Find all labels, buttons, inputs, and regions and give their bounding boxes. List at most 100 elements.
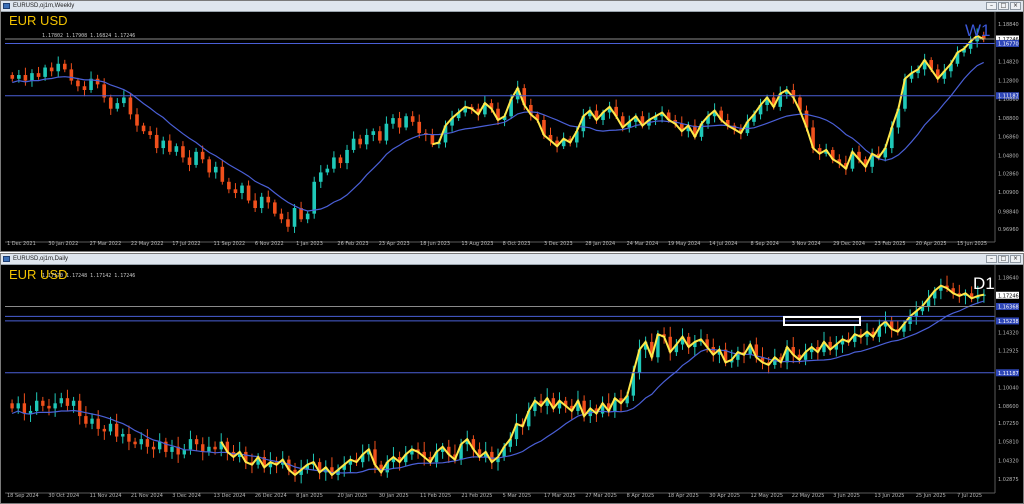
price-axis-label: 1.00900 <box>998 190 1019 196</box>
time-axis-label: 8 Jan 2025 <box>296 493 323 499</box>
timeframe-label: W1 <box>965 21 991 40</box>
candle-body <box>154 134 159 149</box>
price-axis-label: 1.16770 <box>998 41 1019 47</box>
time-axis-label: 3 Nov 2024 <box>792 241 821 247</box>
candle-body <box>36 73 41 77</box>
candle-body <box>108 423 113 432</box>
time-axis-label: 17 Jul 2022 <box>172 241 200 247</box>
candle-body <box>30 73 34 81</box>
weekly-price-chart[interactable]: 1.188401.172461.167701.148201.128001.111… <box>5 12 1021 251</box>
candle-body <box>10 403 14 409</box>
candle-body <box>397 118 402 128</box>
candle-body <box>161 140 166 149</box>
time-axis-label: 13 Jun 2025 <box>874 493 904 499</box>
minimize-icon[interactable]: – <box>986 255 997 263</box>
candle-body <box>71 400 76 406</box>
candle-body <box>114 423 119 437</box>
candle-body <box>188 439 193 450</box>
time-axis-label: 18 Apr 2025 <box>668 493 699 499</box>
close-icon[interactable]: × <box>1010 2 1021 10</box>
time-axis-label: 8 Oct 2023 <box>503 241 531 247</box>
time-axis-label: 13 Dec 2024 <box>214 493 246 499</box>
price-axis-label: 1.17246 <box>998 293 1019 299</box>
price-axis-label: 1.10040 <box>998 385 1019 391</box>
candle-body <box>220 166 225 182</box>
minimize-icon[interactable]: – <box>986 2 997 10</box>
maximize-icon[interactable]: □ <box>998 2 1009 10</box>
candle-body <box>266 196 271 203</box>
time-axis-label: 7 Jul 2025 <box>957 493 982 499</box>
price-axis-label: 1.11187 <box>998 371 1019 377</box>
price-axis-label: 1.10860 <box>998 97 1019 103</box>
time-axis-label: 18 Jun 2023 <box>420 241 450 247</box>
weekly-chart-window[interactable]: EURUSD,oj1m,Weekly – □ × 1.188401.172461… <box>0 0 1024 252</box>
candle-body <box>122 97 126 104</box>
candle-body <box>201 444 205 452</box>
candle-body <box>141 125 146 132</box>
daily-chart-window[interactable]: EURUSD,oj1m,Daily – □ × 1.18640 1.17246 1.… <box>0 253 1024 504</box>
time-axis-label: 12 May 2025 <box>750 493 783 499</box>
candle-body <box>96 418 100 429</box>
daily-price-chart[interactable]: 1.18640 1.17246 1.16368 1.15238 1.14320 1.129… <box>5 265 1021 503</box>
time-axis-label: 8 Sep 2024 <box>750 241 779 247</box>
candle-body <box>151 446 156 450</box>
time-axis-label: 20 Jan 2025 <box>337 493 367 499</box>
time-axis-label: 22 May 2022 <box>131 241 164 247</box>
candle-body <box>246 185 251 201</box>
weekly-chart-plot[interactable]: 1.188401.172461.167701.148201.128001.111… <box>5 12 1021 251</box>
candle-body <box>102 428 107 432</box>
time-axis-label: 11 Nov 2024 <box>90 493 122 499</box>
candle-body <box>371 131 376 135</box>
price-axis-label: 1.12925 <box>998 349 1019 355</box>
candle-body <box>286 219 290 227</box>
time-axis-label: 20 Apr 2025 <box>916 241 947 247</box>
price-axis-label: 1.02875 <box>998 477 1019 483</box>
time-axis-label: 11 Feb 2025 <box>420 493 451 499</box>
candle-body <box>115 103 120 109</box>
daily-chart-plot[interactable]: 1.18640 1.17246 1.16368 1.15238 1.14320 1.129… <box>5 265 1021 503</box>
candle-body <box>233 189 238 194</box>
time-axis-label: 15 Jun 2025 <box>957 241 987 247</box>
candle-body <box>384 123 389 141</box>
price-axis-label: 1.14320 <box>998 331 1019 337</box>
price-axis-label: 1.07250 <box>998 421 1019 427</box>
price-axis-label: 1.02860 <box>998 172 1019 178</box>
candle-body <box>253 200 257 209</box>
candle-body <box>194 151 198 165</box>
time-axis-label: 30 Jan 2022 <box>48 241 78 247</box>
candle-body <box>200 151 205 160</box>
candle-body <box>43 67 47 77</box>
candle-body <box>325 168 330 173</box>
candle-body <box>259 196 264 209</box>
time-axis-label: 3 Jun 2025 <box>833 493 860 499</box>
candle-body <box>364 134 369 145</box>
time-axis-label: 30 Jan 2025 <box>379 493 409 499</box>
weekly-chart-titlebar[interactable]: EURUSD,oj1m,Weekly – □ × <box>1 1 1023 12</box>
candle-body <box>273 202 277 214</box>
candle-body <box>90 418 94 424</box>
time-axis-label: 23 Apr 2023 <box>379 241 410 247</box>
ohlc-readout: 1.17170 1.17248 1.17142 1.17246 <box>42 273 135 279</box>
symbol-label: EUR USD <box>9 13 68 28</box>
candle-body <box>34 400 39 411</box>
candle-body <box>53 403 57 409</box>
price-axis-label: 1.15238 <box>998 319 1019 325</box>
candle-body <box>62 63 67 70</box>
candle-body <box>351 138 356 150</box>
price-axis-label: 1.08600 <box>998 404 1019 410</box>
candle-body <box>28 410 33 414</box>
time-axis-label: 1 Jan 2023 <box>296 241 323 247</box>
candle-body <box>121 434 125 437</box>
candle-body <box>187 157 192 165</box>
time-axis-label: 25 Jun 2025 <box>916 493 946 499</box>
close-icon[interactable]: × <box>1010 255 1021 263</box>
moving-average-line <box>11 300 985 474</box>
price-axis-label: 1.04320 <box>998 459 1019 465</box>
maximize-icon[interactable]: □ <box>998 255 1009 263</box>
price-axis-label: 1.16368 <box>998 305 1019 311</box>
candle-body <box>65 398 70 406</box>
app-icon <box>3 256 10 262</box>
daily-chart-titlebar[interactable]: EURUSD,oj1m,Daily – □ × <box>1 254 1023 265</box>
time-axis-label: 26 Dec 2024 <box>255 493 287 499</box>
candle-body <box>181 146 185 158</box>
